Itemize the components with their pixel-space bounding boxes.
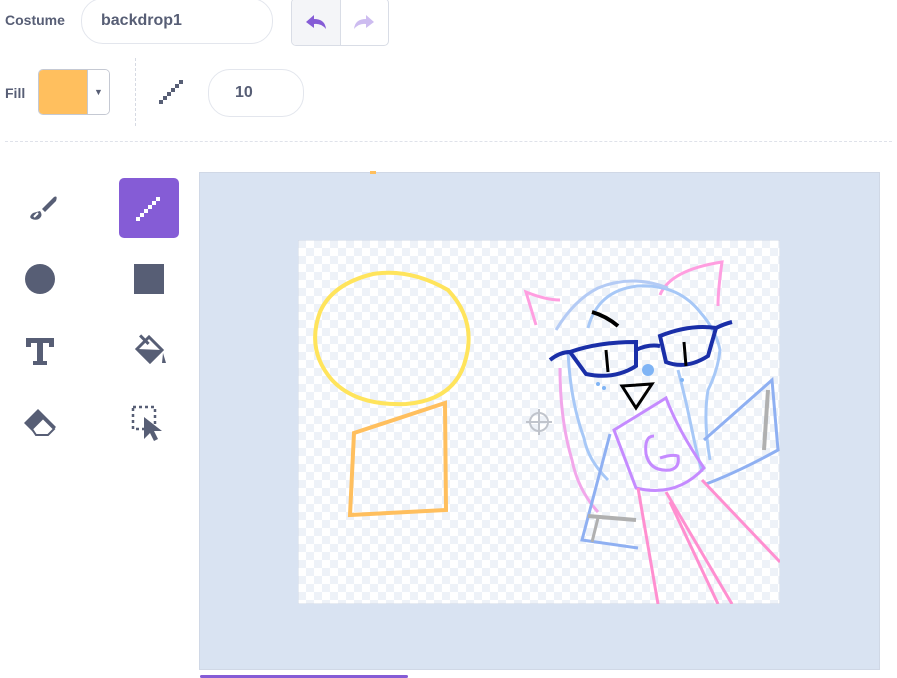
drawing-canvas[interactable]: [298, 240, 780, 604]
dropdown-arrow-icon: ▼: [87, 70, 109, 114]
costume-label: Costume: [5, 12, 65, 28]
stage-marker: [370, 171, 376, 174]
eraser-icon: [24, 409, 56, 436]
line-tool[interactable]: [119, 178, 179, 238]
tool-palette: [10, 177, 185, 457]
fill-color-picker[interactable]: ▼: [38, 69, 110, 115]
fill-tool[interactable]: [119, 321, 179, 381]
costume-name-input[interactable]: backdrop1: [81, 0, 273, 44]
redo-button[interactable]: [341, 0, 389, 45]
line-icon: [136, 197, 160, 221]
undo-icon: [305, 15, 326, 29]
rectangle-tool[interactable]: [119, 249, 179, 309]
eraser-tool[interactable]: [10, 393, 70, 453]
select-tool[interactable]: [119, 393, 179, 453]
text-icon: [26, 338, 54, 365]
undo-redo-group: [291, 0, 389, 46]
line-width-input[interactable]: 10: [208, 69, 304, 117]
circle-tool[interactable]: [10, 249, 70, 309]
redo-icon: [354, 15, 375, 29]
toolbar-separator: [5, 141, 892, 142]
line-width-icon: [159, 80, 183, 104]
toolbar-divider: [135, 58, 137, 126]
fill-label: Fill: [5, 85, 26, 101]
line-width-value: 10: [235, 84, 253, 101]
brush-tool[interactable]: [10, 177, 70, 237]
fill-bucket-icon: [134, 334, 166, 365]
brush-icon: [30, 196, 57, 220]
circle-icon: [25, 264, 55, 294]
costume-name-value: backdrop1: [101, 12, 182, 29]
fill-color-swatch: [39, 70, 87, 114]
undo-button[interactable]: [292, 0, 341, 45]
rectangle-icon: [134, 264, 164, 294]
text-tool[interactable]: [10, 321, 70, 381]
select-icon: [131, 405, 162, 441]
